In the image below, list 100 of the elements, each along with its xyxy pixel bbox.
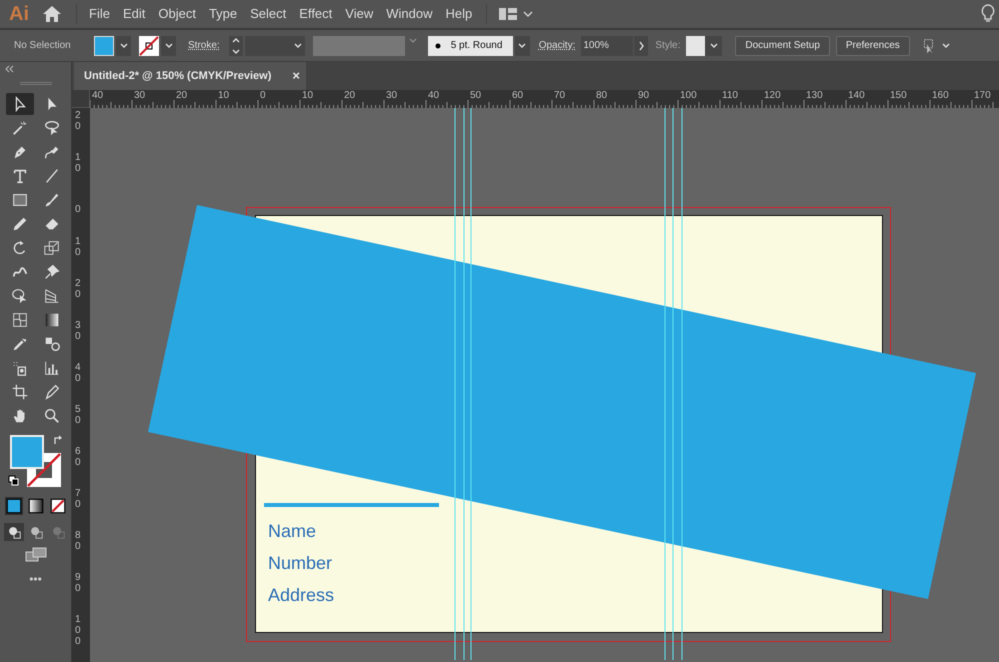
pencil-icon[interactable]	[10, 215, 28, 233]
shape-builder-icon[interactable]	[10, 287, 28, 305]
crop-icon[interactable]	[10, 383, 28, 401]
toolbar-button[interactable]: Document Setup	[735, 36, 830, 56]
fill-color-swatch[interactable]	[10, 435, 44, 469]
symbol-sprayer-icon[interactable]	[10, 359, 28, 377]
perspective-grid-icon[interactable]	[42, 287, 60, 305]
menu-item[interactable]: File	[89, 4, 110, 24]
ruler-label: 70	[75, 488, 82, 510]
ruler-label: 10	[302, 91, 314, 101]
close-icon[interactable]: ×	[292, 66, 300, 86]
app-logo: Ai	[9, 4, 30, 24]
ruler-label: 60	[75, 446, 82, 468]
brush-field[interactable]: 5 pt. Round	[428, 36, 513, 56]
stroke-weight-field[interactable]	[244, 36, 305, 56]
caret-icon[interactable]	[940, 40, 951, 50]
toolbar-button[interactable]: Preferences	[836, 36, 910, 56]
ruler-label: 90	[75, 572, 82, 594]
fill-dropdown[interactable]	[116, 36, 131, 56]
brush-dropdown[interactable]	[514, 36, 530, 56]
ruler-label: 80	[596, 91, 608, 101]
caret-icon	[118, 40, 128, 50]
ruler-label: 0	[75, 204, 82, 215]
stroke-label: Stroke:	[188, 39, 220, 53]
mesh-icon[interactable]	[10, 311, 28, 329]
scale-icon[interactable]	[42, 239, 60, 257]
menu-item[interactable]: Window	[386, 4, 432, 24]
ruler-label: 10	[75, 236, 82, 258]
caret-icon	[164, 40, 174, 50]
rectangle-icon[interactable]	[10, 191, 28, 209]
menu-item[interactable]: Help	[445, 4, 472, 24]
menu-item[interactable]: View	[345, 4, 374, 24]
style-swatch[interactable]	[686, 36, 706, 56]
workspace-layout-icon[interactable]	[499, 8, 518, 20]
card-field-label: Address	[268, 586, 334, 604]
screen-mode-icon[interactable]	[24, 547, 46, 563]
swap-arrow-icon[interactable]	[52, 435, 64, 447]
selection-tool-button[interactable]	[6, 93, 34, 115]
pin-icon[interactable]	[42, 263, 60, 281]
more-tools-button[interactable]: •••	[29, 573, 42, 585]
ruler-label: 30	[134, 91, 146, 101]
lightbulb-icon[interactable]	[981, 4, 995, 24]
home-icon[interactable]	[42, 5, 62, 23]
ruler-label: 150	[890, 91, 907, 101]
dot-icon	[434, 42, 441, 48]
brush-value: 5 pt. Round	[450, 39, 502, 53]
ruler-label: 30	[75, 320, 82, 342]
caret-icon	[292, 40, 303, 50]
ruler-label: 50	[75, 404, 82, 426]
stroke-dropdown[interactable]	[161, 36, 176, 56]
bar-chart-icon[interactable]	[42, 359, 60, 377]
zoom-icon[interactable]	[42, 407, 60, 425]
ruler-label: 20	[344, 91, 356, 101]
panel-grip[interactable]	[20, 82, 52, 85]
color-mode-button[interactable]	[4, 497, 22, 515]
ruler-label: 30	[386, 91, 398, 101]
knife-icon[interactable]	[42, 383, 60, 401]
ruler-label: 140	[848, 91, 865, 101]
card-field-label: Number	[268, 554, 332, 572]
lasso-icon[interactable]	[42, 119, 60, 137]
brush-icon[interactable]	[42, 191, 60, 209]
ruler-label: 110	[722, 91, 738, 101]
menu-item[interactable]: Edit	[122, 4, 146, 24]
none-mode-button[interactable]	[48, 497, 66, 515]
draw-normal-button[interactable]	[4, 523, 24, 541]
style-label: Style:	[655, 39, 680, 53]
ruler-label: 0	[260, 91, 266, 101]
ruler-label: 40	[92, 91, 104, 101]
document-tab[interactable]: Untitled-2* @ 150% (CMYK/Preview) ×	[74, 62, 306, 90]
menu-item[interactable]: Object	[158, 4, 196, 24]
ruler-label: 80	[75, 530, 82, 552]
opacity-label: Opacity:	[538, 39, 576, 53]
ruler-label: 100	[75, 614, 82, 647]
ruler-label: 170	[974, 91, 991, 101]
ruler-label: 130	[806, 91, 823, 101]
menu-item[interactable]: Effect	[299, 4, 332, 24]
blend-icon[interactable]	[42, 335, 60, 353]
menu-item[interactable]: Type	[208, 4, 238, 24]
ruler-label: 60	[512, 91, 524, 101]
ruler-label: 160	[932, 91, 949, 101]
collapse-icon[interactable]	[4, 65, 14, 73]
gradient-mode-button[interactable]	[26, 497, 44, 515]
stepper-icon[interactable]	[228, 36, 243, 56]
stroke-swatch[interactable]	[139, 36, 159, 56]
ruler-label: 20	[75, 110, 82, 132]
gradient-icon[interactable]	[42, 311, 60, 329]
ruler-label: 50	[470, 91, 482, 101]
ruler-label: 100	[680, 91, 697, 101]
style-dropdown[interactable]	[705, 36, 722, 56]
ruler-label: 10	[218, 91, 230, 101]
chevron-right-icon[interactable]	[634, 36, 648, 56]
default-colors-icon[interactable]	[8, 475, 18, 486]
opacity-field[interactable]: 100%	[581, 36, 634, 56]
variable-width-field[interactable]	[312, 36, 405, 56]
ruler-label: 20	[75, 278, 82, 300]
menu-item[interactable]: Select	[250, 4, 286, 24]
fill-swatch[interactable]	[94, 36, 114, 56]
caret-icon[interactable]	[523, 11, 534, 17]
wand-icon[interactable]	[10, 119, 28, 137]
selection-status: No Selection	[14, 39, 72, 53]
